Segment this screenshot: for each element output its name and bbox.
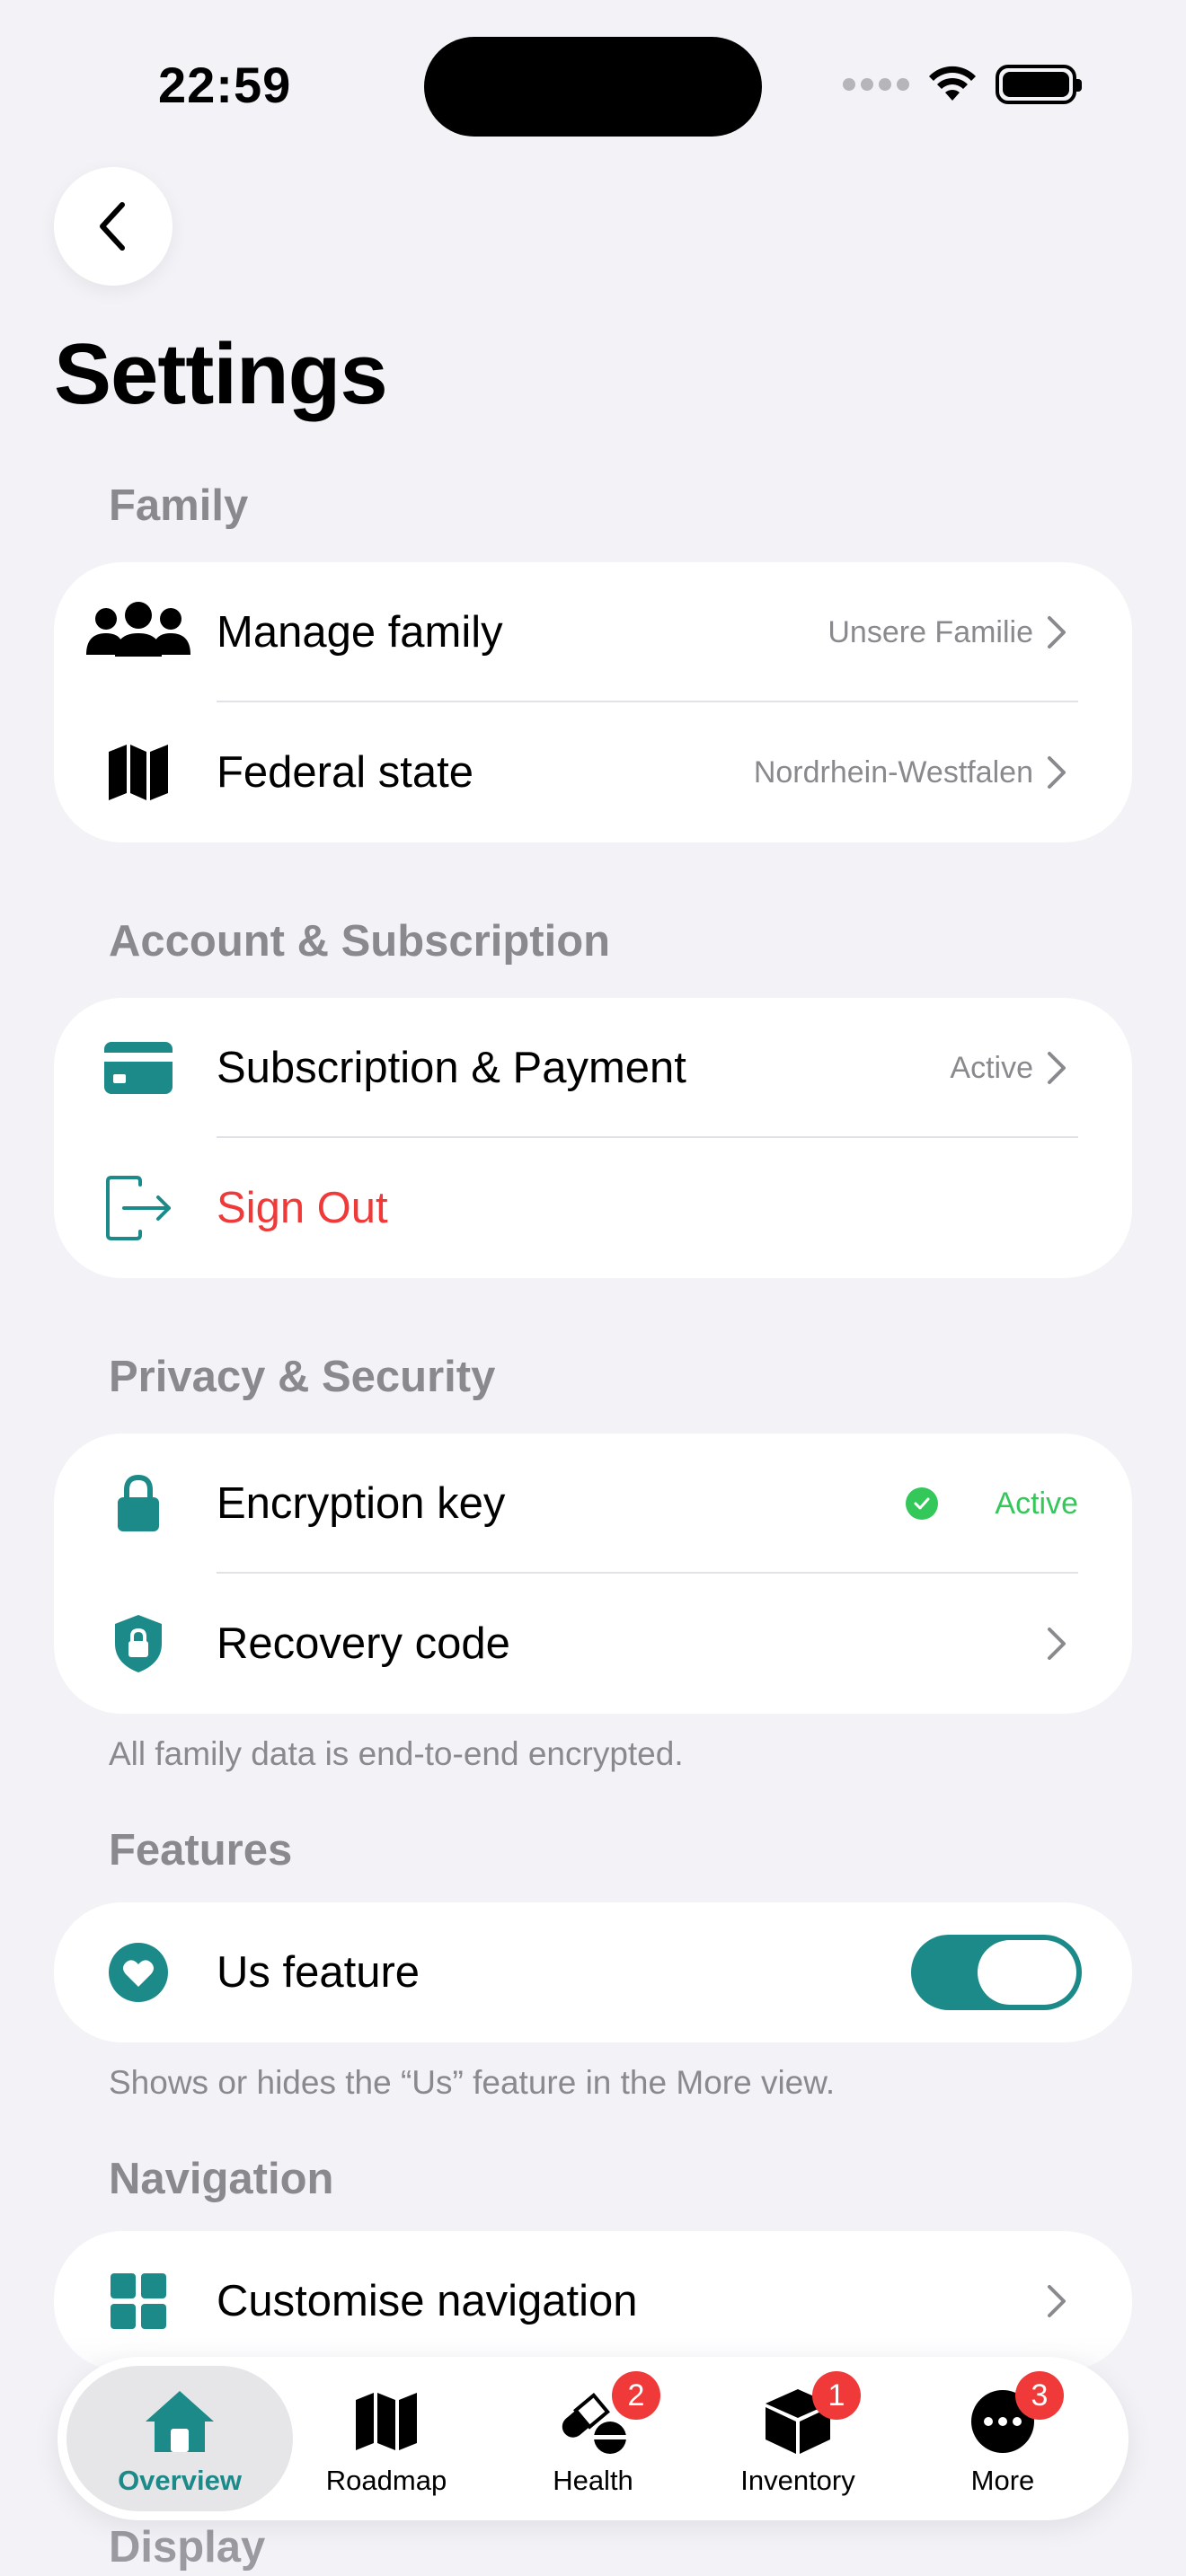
dynamic-island (424, 37, 762, 137)
status-time: 22:59 (158, 57, 292, 113)
ellipsis-icon: 3 (970, 2371, 1064, 2457)
tab-label: Inventory (740, 2465, 855, 2496)
tab-health[interactable]: 2 Health (489, 2366, 697, 2511)
features-card: Us feature (54, 1902, 1132, 2042)
privacy-footnote: All family data is end-to-end encrypted. (109, 1735, 684, 1772)
tab-label: Overview (118, 2465, 242, 2496)
chevron-right-icon (1048, 2285, 1066, 2317)
map-icon (83, 702, 194, 842)
chevron-right-icon (1048, 616, 1066, 648)
recovery-code-label: Recovery code (217, 1619, 510, 1668)
family-card: Manage family Unsere Familie Federal sta… (54, 562, 1132, 842)
section-header-navigation: Navigation (109, 2155, 334, 2203)
box-icon: 1 (764, 2371, 861, 2457)
page-title: Settings (54, 326, 388, 422)
encryption-key-row[interactable]: Encryption key Active (54, 1434, 1132, 1574)
encryption-key-label: Encryption key (217, 1479, 506, 1528)
toggle-knob (978, 1940, 1076, 2005)
customise-navigation-label: Customise navigation (217, 2277, 638, 2325)
people-icon (83, 562, 194, 702)
account-card: Subscription & Payment Active Sign Out (54, 998, 1132, 1278)
privacy-card: Encryption key Active Recovery code (54, 1434, 1132, 1714)
tab-roadmap[interactable]: Roadmap (282, 2366, 491, 2511)
wifi-icon (929, 66, 976, 101)
features-footnote: Shows or hides the “Us” feature in the M… (109, 2064, 836, 2101)
tab-badge: 2 (612, 2371, 660, 2420)
heart-circle-icon (83, 1902, 194, 2042)
tab-inventory[interactable]: 1 Inventory (694, 2366, 902, 2511)
sign-out-icon (83, 1138, 194, 1278)
federal-state-label: Federal state (217, 748, 474, 797)
status-indicators (843, 65, 1082, 104)
tab-label: Roadmap (325, 2465, 447, 2496)
encryption-key-status: Active (995, 1486, 1078, 1521)
tab-more[interactable]: 3 More (898, 2366, 1107, 2511)
tab-badge: 1 (812, 2371, 861, 2420)
subscription-label: Subscription & Payment (217, 1044, 686, 1092)
tab-overview[interactable]: Overview (66, 2366, 293, 2511)
subscription-value: Active (950, 1050, 1033, 1085)
us-feature-row: Us feature (54, 1902, 1132, 2042)
lock-icon (83, 1434, 194, 1574)
federal-state-row[interactable]: Federal state Nordrhein-Westfalen (54, 702, 1132, 842)
section-header-display: Display (109, 2523, 266, 2572)
map-icon (354, 2386, 419, 2457)
us-feature-label: Us feature (217, 1948, 420, 1997)
battery-icon (996, 65, 1082, 104)
section-header-privacy: Privacy & Security (109, 1353, 496, 1401)
chevron-right-icon (1048, 1628, 1066, 1660)
sign-out-row[interactable]: Sign Out (54, 1138, 1132, 1278)
tab-label: More (970, 2465, 1035, 2496)
tab-label: Health (553, 2465, 633, 2496)
section-header-family: Family (109, 481, 249, 530)
chevron-right-icon (1048, 756, 1066, 789)
chevron-left-icon (100, 202, 125, 251)
manage-family-value: Unsere Familie (828, 614, 1033, 649)
subscription-row[interactable]: Subscription & Payment Active (54, 998, 1132, 1138)
section-header-features: Features (109, 1826, 293, 1875)
tab-bar: Overview Roadmap 2 Health 1 Inventory 3 … (58, 2357, 1128, 2520)
tab-badge: 3 (1015, 2371, 1064, 2420)
credit-card-icon (83, 998, 194, 1138)
back-button[interactable] (54, 167, 173, 286)
us-feature-toggle[interactable] (911, 1935, 1082, 2010)
chevron-right-icon (1048, 1052, 1066, 1084)
pills-icon: 2 (554, 2371, 660, 2457)
recovery-code-row[interactable]: Recovery code (54, 1574, 1132, 1714)
sign-out-label: Sign Out (217, 1184, 388, 1232)
cellular-signal-icon (843, 78, 909, 91)
manage-family-label: Manage family (217, 608, 503, 657)
house-icon (144, 2386, 216, 2457)
section-header-account: Account & Subscription (109, 917, 611, 966)
shield-lock-icon (83, 1574, 194, 1714)
manage-family-row[interactable]: Manage family Unsere Familie (54, 562, 1132, 702)
federal-state-value: Nordrhein-Westfalen (753, 754, 1033, 790)
checkmark-circle-icon (906, 1487, 938, 1520)
